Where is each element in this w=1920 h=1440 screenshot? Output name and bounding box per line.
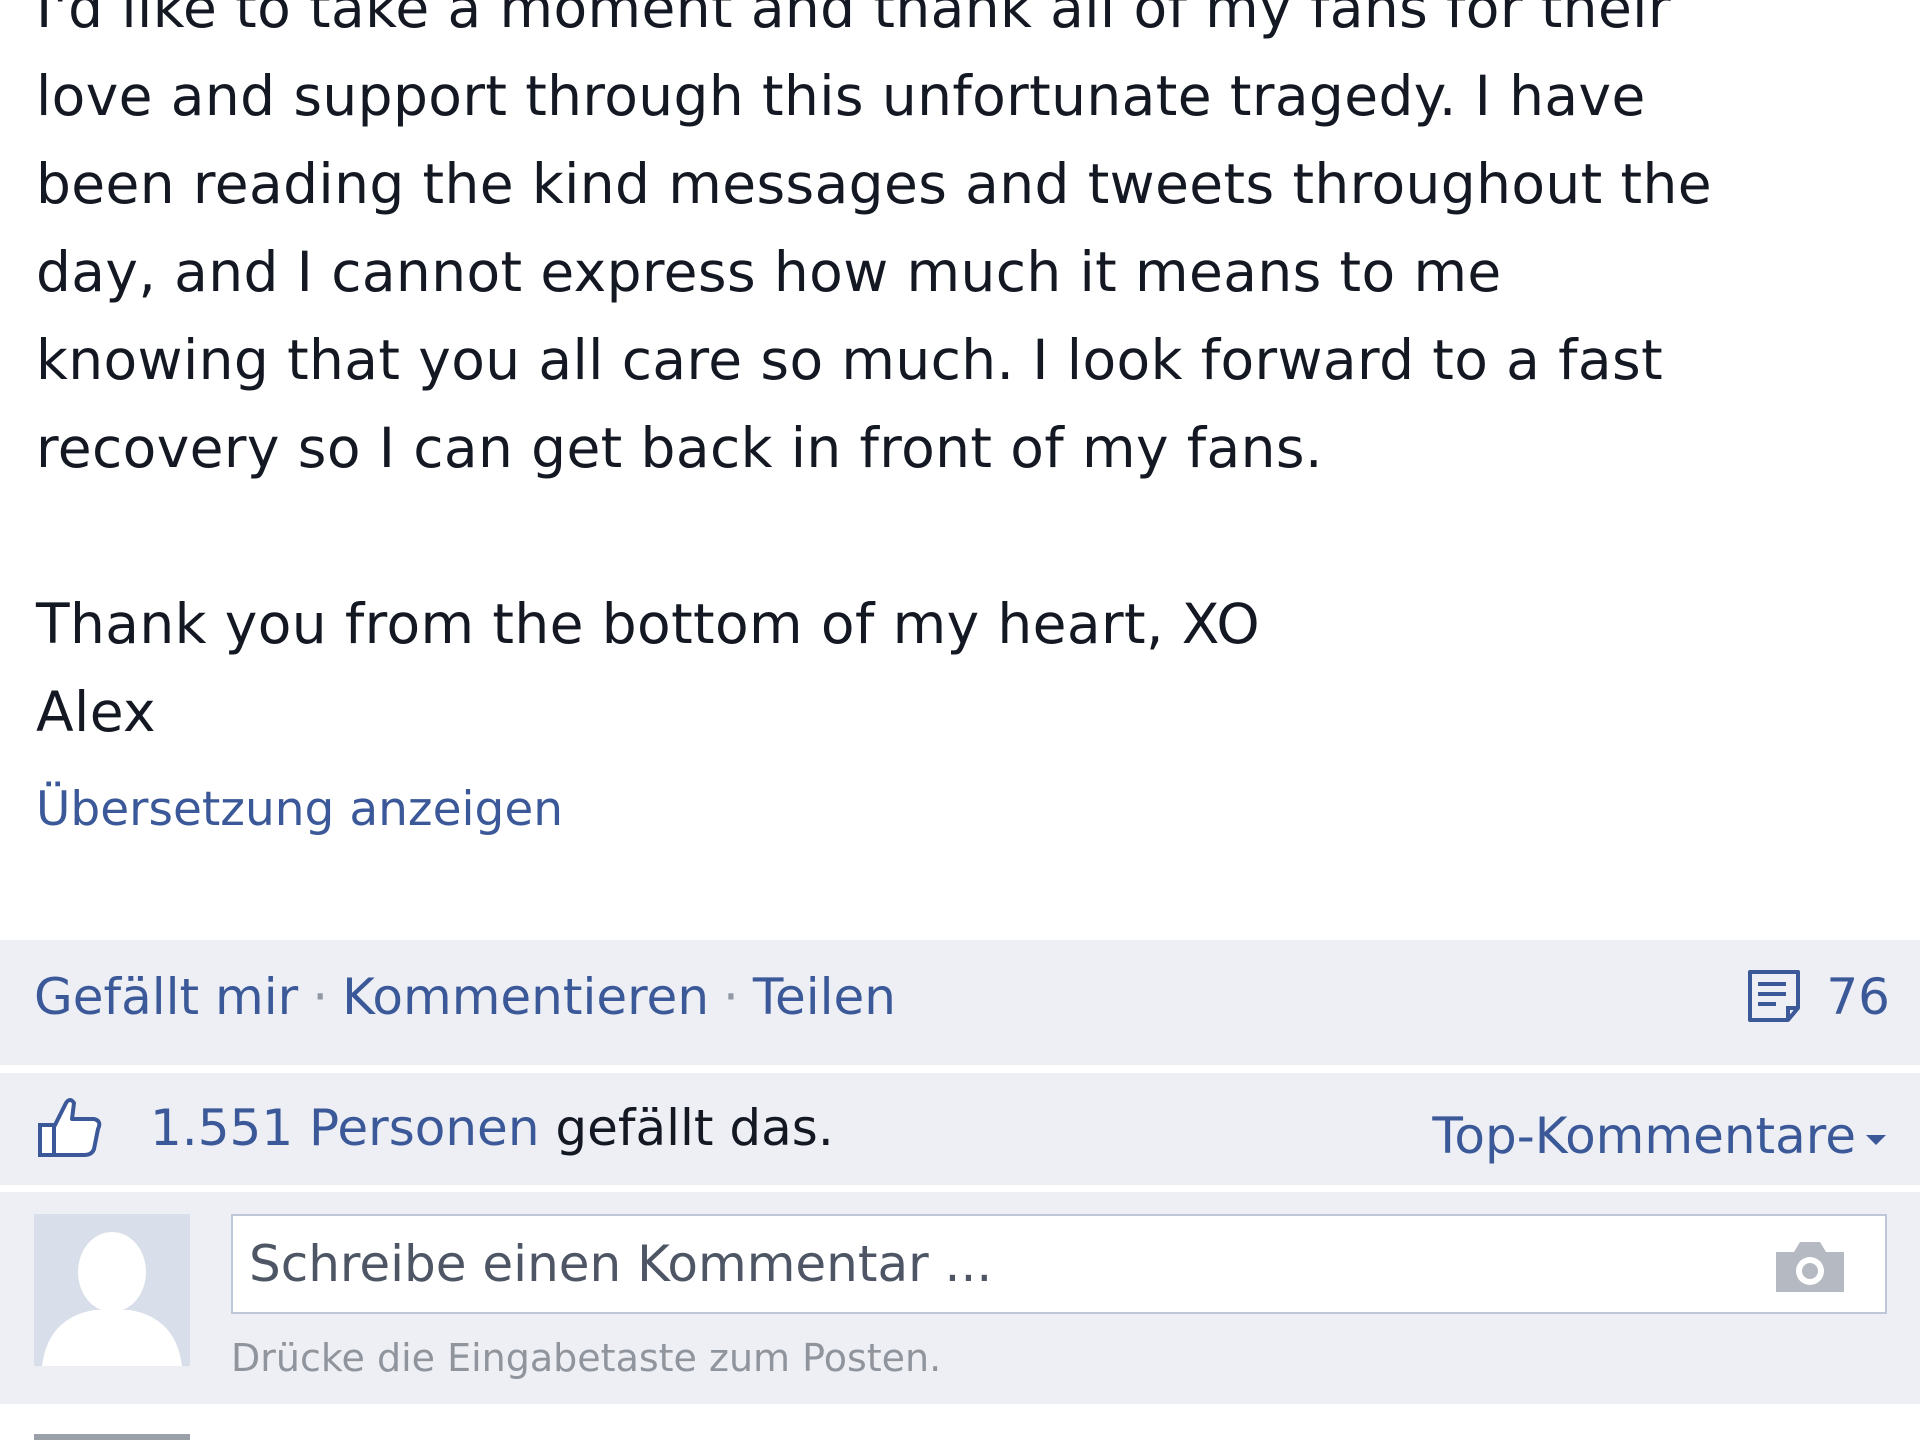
camera-icon[interactable] <box>1772 1238 1848 1296</box>
post-body: I'd like to take a moment and thank all … <box>0 0 1920 940</box>
likes-row: 1.551 Personen gefällt das. Top-Kommenta… <box>0 1073 1920 1185</box>
comment-count-value: 76 <box>1826 968 1890 1026</box>
post-line: love and support through this unfortunat… <box>36 64 1646 128</box>
likes-summary: 1.551 Personen gefällt das. <box>150 1099 834 1157</box>
post-actions: Gefällt mir · Kommentieren · Teilen <box>34 968 896 1026</box>
comment-order-label: Top-Kommentare <box>1432 1107 1856 1165</box>
show-translation-link[interactable]: Übersetzung anzeigen <box>36 782 563 837</box>
comment-count[interactable]: 76 <box>1744 968 1890 1026</box>
post-line: I'd like to take a moment and thank all … <box>36 0 1671 40</box>
comment-link[interactable]: Kommentieren <box>342 968 709 1026</box>
post-action-bar: Gefällt mir · Kommentieren · Teilen 76 <box>0 940 1920 1065</box>
likes-suffix: gefällt das. <box>539 1099 834 1157</box>
comment-input[interactable] <box>231 1214 1887 1314</box>
chevron-down-icon <box>1866 1134 1886 1145</box>
comment-bubble-icon <box>1748 970 1801 1022</box>
comment-composer: Drücke die Eingabetaste zum Posten. <box>0 1192 1920 1404</box>
post-line: recovery so I can get back in front of m… <box>36 416 1323 480</box>
share-link[interactable]: Teilen <box>753 968 896 1026</box>
action-separator: · <box>723 968 739 1026</box>
next-comment-preview <box>0 1404 1920 1440</box>
post-signature: Alex <box>36 680 156 744</box>
next-avatar-edge <box>34 1434 190 1440</box>
post-line: knowing that you all care so much. I loo… <box>36 328 1664 392</box>
post-line: been reading the kind messages and tweet… <box>36 152 1712 216</box>
post-line: Thank you from the bottom of my heart, X… <box>36 592 1261 656</box>
default-avatar-icon <box>34 1214 190 1366</box>
likers-link[interactable]: 1.551 Personen <box>150 1099 540 1157</box>
action-separator: · <box>312 968 329 1026</box>
post-line: day, and I cannot express how much it me… <box>36 240 1502 304</box>
comment-order-dropdown[interactable]: Top-Kommentare <box>1432 1107 1886 1165</box>
like-link[interactable]: Gefällt mir <box>34 968 298 1026</box>
divider <box>0 1185 1920 1192</box>
divider <box>0 1065 1920 1073</box>
post-message: I'd like to take a moment and thank all … <box>36 0 1896 756</box>
thumbs-up-icon <box>38 1098 102 1157</box>
comment-hint: Drücke die Eingabetaste zum Posten. <box>231 1336 942 1380</box>
